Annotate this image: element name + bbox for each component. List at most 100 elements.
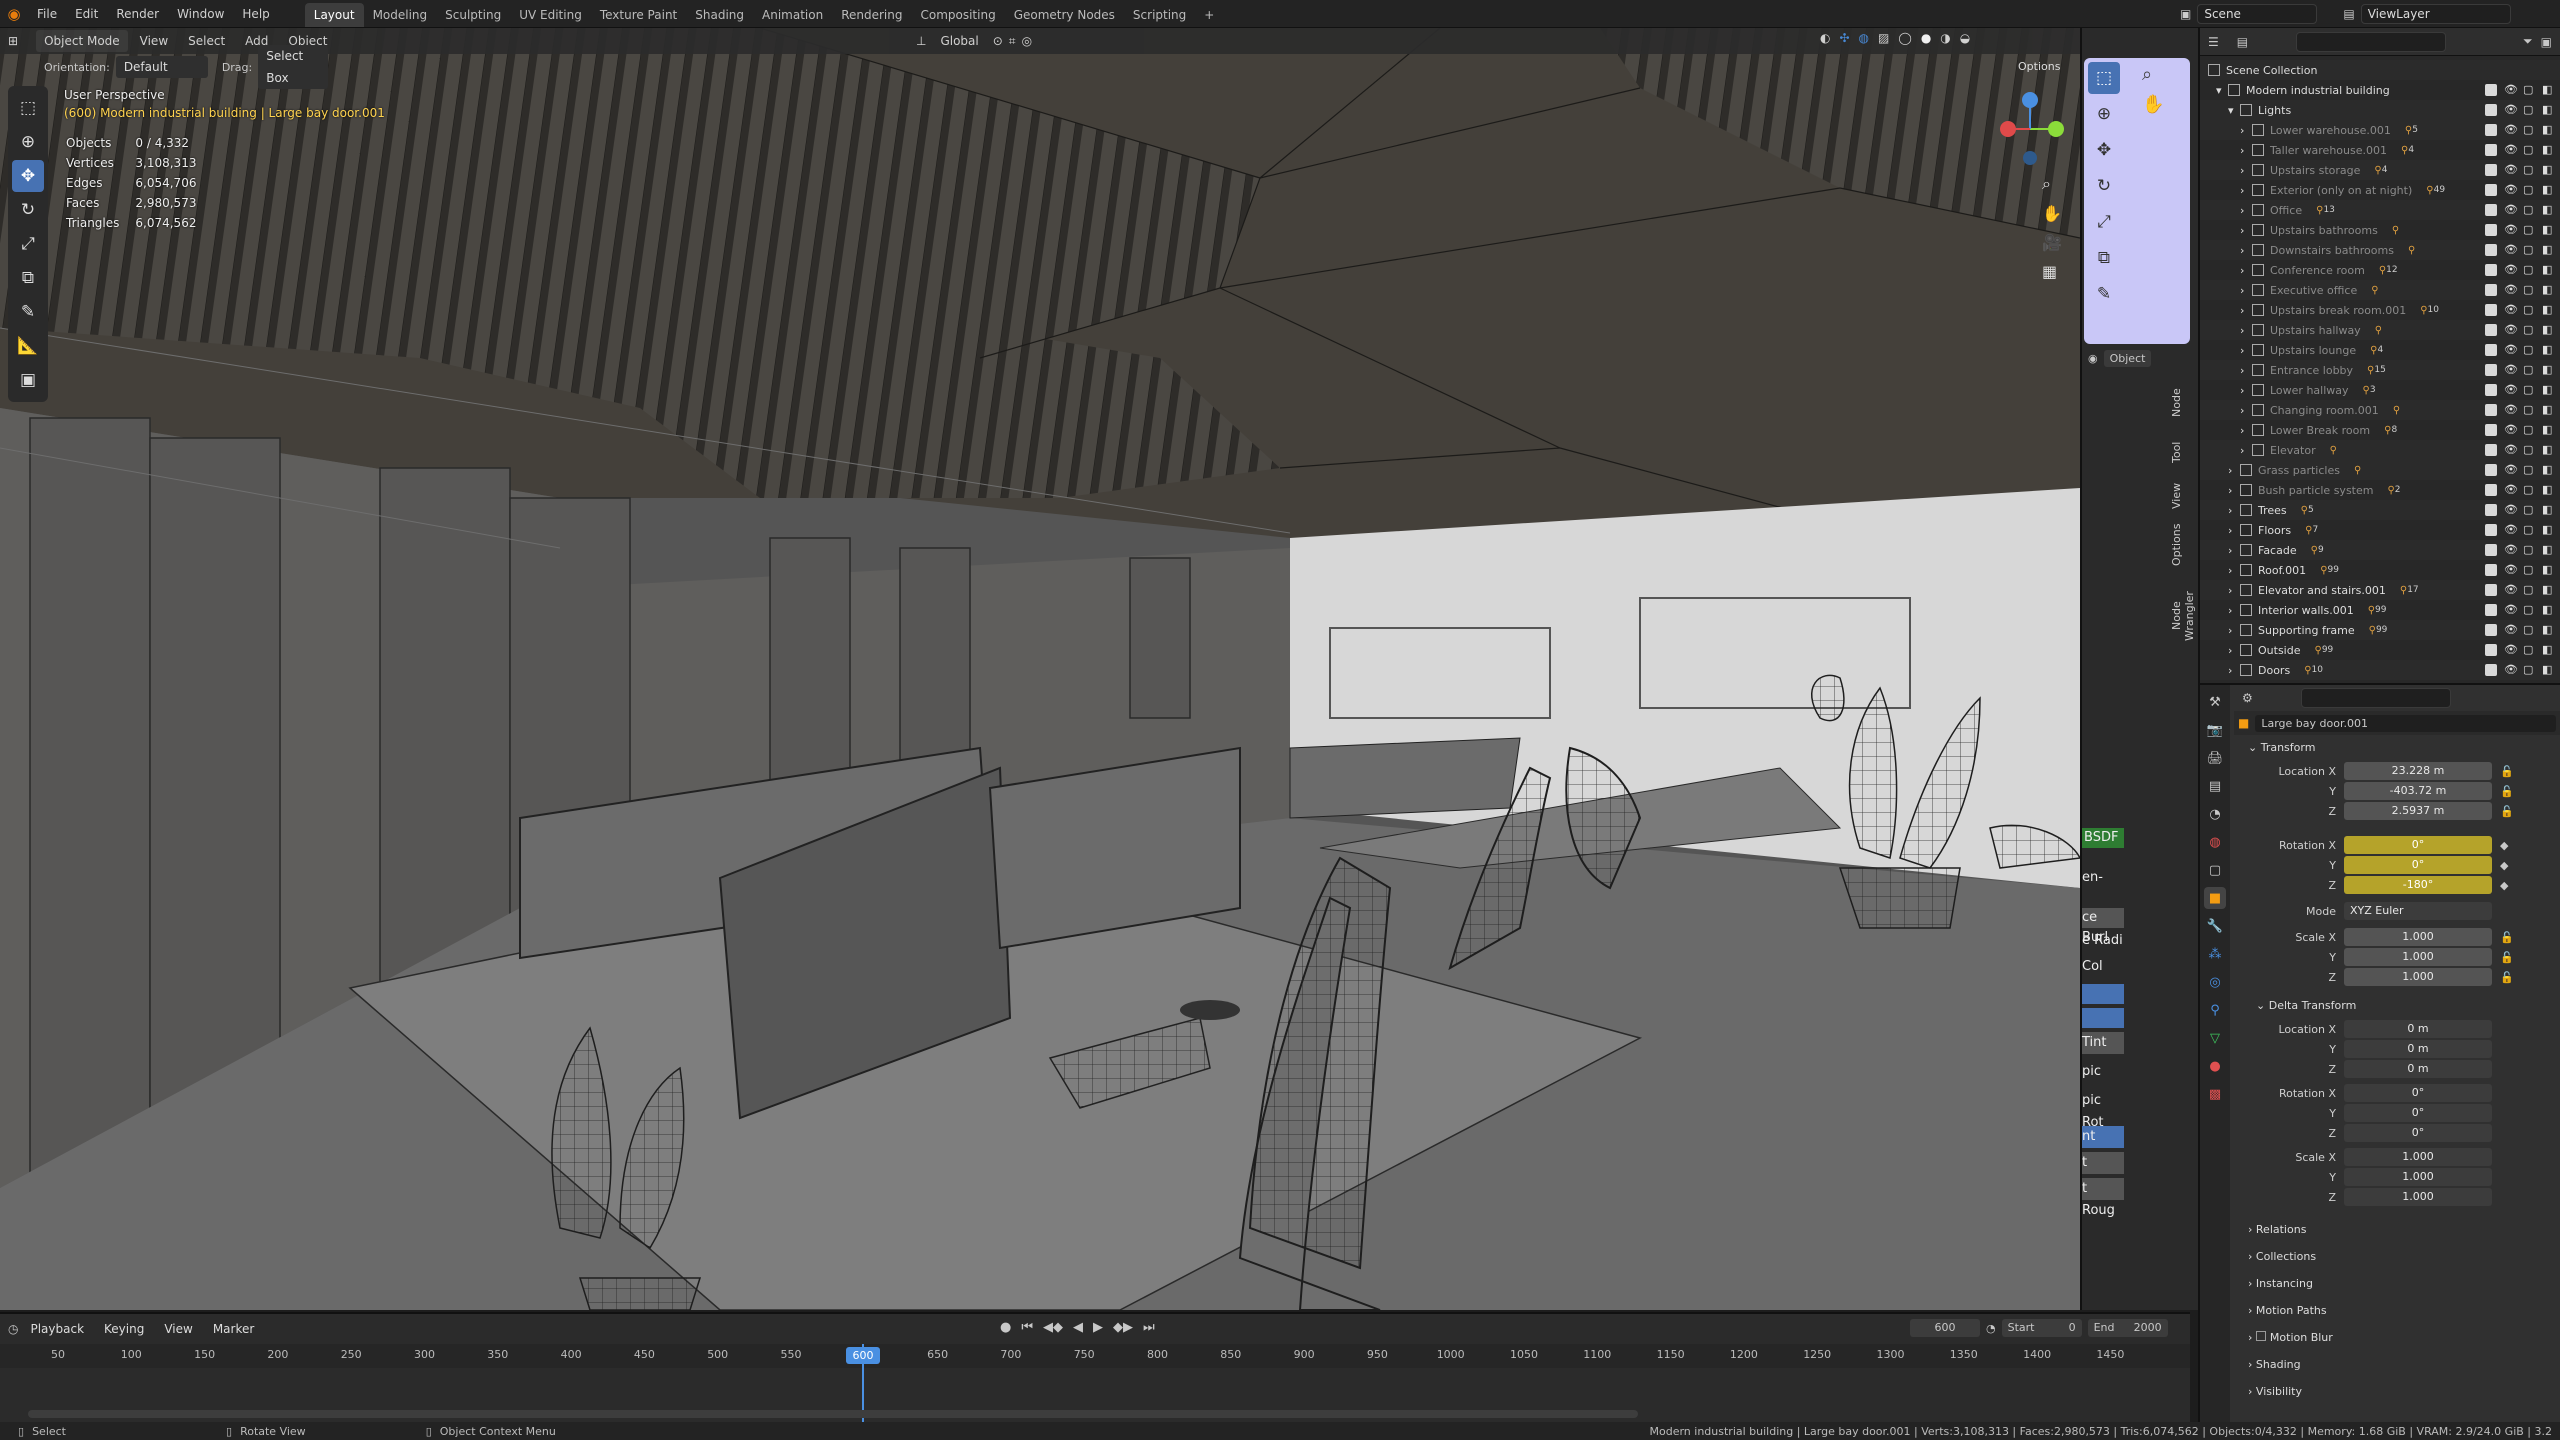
overlay-icon[interactable]: ◍: [1859, 31, 1869, 45]
record-icon[interactable]: ●: [1000, 1320, 1011, 1335]
eye-icon[interactable]: 👁: [2504, 344, 2518, 356]
properties-search-input[interactable]: [2300, 688, 2451, 708]
properties-section-header[interactable]: › Instancing: [2234, 1271, 2560, 1298]
workspace-tab-sculpting[interactable]: Sculpting: [436, 3, 510, 27]
frame-ruler[interactable]: 50 100 150 200 250 300 350 400 450 500 550 600 650 70…: [0, 1344, 2190, 1368]
image-pan-icon[interactable]: ✋: [2142, 94, 2164, 115]
expand-arrow-icon[interactable]: ›: [2228, 484, 2240, 497]
outliner-row[interactable]: › Roof.001 ⚲ 99 ✓ 👁 ▢ ◧: [2200, 560, 2560, 580]
annotate-tool-icon[interactable]: ✎: [12, 296, 44, 328]
collection-tab-icon[interactable]: ▢: [2204, 859, 2226, 881]
delta-scale-z-field[interactable]: 1.000: [2344, 1188, 2492, 1206]
current-frame-field[interactable]: 600: [1910, 1319, 1980, 1337]
expand-arrow-icon[interactable]: ›: [2240, 364, 2252, 377]
lock-icon[interactable]: 🔓: [2500, 805, 2514, 818]
properties-section-header[interactable]: › Shading: [2234, 1352, 2560, 1379]
outliner-row[interactable]: › Conference room ⚲ 12 ✓ 👁 ▢ ◧: [2200, 260, 2560, 280]
checkbox-icon[interactable]: ✓: [2485, 144, 2497, 156]
outliner-row[interactable]: ▾ Modern industrial building ✓ 👁 ▢ ◧: [2200, 80, 2560, 100]
snap-icon[interactable]: ⌗: [1009, 34, 1016, 49]
expand-arrow-icon[interactable]: ›: [2228, 564, 2240, 577]
expand-arrow-icon[interactable]: ›: [2228, 584, 2240, 597]
lock-icon[interactable]: 🔓: [2500, 931, 2514, 944]
camera-icon[interactable]: ▢: [2523, 624, 2535, 636]
camera-icon[interactable]: ▢: [2523, 544, 2535, 556]
timeline-menu-keying[interactable]: Keying: [96, 1318, 152, 1340]
timeline-menu-marker[interactable]: Marker: [205, 1318, 262, 1340]
keyframe-icon[interactable]: ◆: [2500, 839, 2508, 852]
render-icon[interactable]: ◧: [2542, 584, 2554, 596]
expand-arrow-icon[interactable]: ›: [2240, 344, 2252, 357]
properties-editor-icon[interactable]: ⚙: [2242, 691, 2253, 705]
camera-icon[interactable]: ▢: [2523, 184, 2535, 196]
checkbox-icon[interactable]: ✓: [2485, 404, 2497, 416]
sidebar-tab-view[interactable]: View: [2170, 476, 2196, 516]
render-icon[interactable]: ◧: [2542, 384, 2554, 396]
outliner-row[interactable]: › Elevator and stairs.001 ⚲ 17 ✓ 👁 ▢ ◧: [2200, 580, 2560, 600]
checkbox-icon[interactable]: ✓: [2485, 204, 2497, 216]
render-icon[interactable]: ◧: [2542, 484, 2554, 496]
expand-arrow-icon[interactable]: ›: [2228, 544, 2240, 557]
expand-arrow-icon[interactable]: ›: [2240, 124, 2252, 137]
zoom-icon[interactable]: ⌕: [2042, 174, 2062, 194]
checkbox-icon[interactable]: ✓: [2485, 564, 2497, 576]
render-icon[interactable]: ◧: [2542, 124, 2554, 136]
outliner-row[interactable]: › Upstairs break room.001 ⚲ 10 ✓ 👁 ▢ ◧: [2200, 300, 2560, 320]
outliner-row[interactable]: › Executive office ⚲ ✓ 👁 ▢ ◧: [2200, 280, 2560, 300]
lock-icon[interactable]: 🔓: [2500, 785, 2514, 798]
shading-wireframe-icon[interactable]: ◯: [1898, 31, 1911, 45]
camera-view-icon[interactable]: 🎥: [2042, 233, 2062, 252]
camera-icon[interactable]: ▢: [2523, 84, 2535, 96]
checkbox-icon[interactable]: ✓: [2485, 544, 2497, 556]
eye-icon[interactable]: 👁: [2504, 144, 2518, 156]
workspace-tab-modeling[interactable]: Modeling: [364, 3, 437, 27]
modifier-tab-icon[interactable]: 🔧: [2204, 915, 2226, 937]
workspace-tab-geometry-nodes[interactable]: Geometry Nodes: [1005, 3, 1124, 27]
expand-arrow-icon[interactable]: ›: [2240, 164, 2252, 177]
expand-arrow-icon[interactable]: ›: [2240, 184, 2252, 197]
location-x-field[interactable]: 23.228 m: [2344, 762, 2492, 780]
render-icon[interactable]: ◧: [2542, 524, 2554, 536]
outliner-search-input[interactable]: [2296, 31, 2447, 52]
node-editor-object-button[interactable]: Object: [2103, 350, 2152, 367]
pan-hand-icon[interactable]: ✋: [2042, 204, 2062, 223]
render-icon[interactable]: ◧: [2542, 164, 2554, 176]
checkbox-icon[interactable]: ✓: [2485, 364, 2497, 376]
outliner-row[interactable]: Scene Collection: [2200, 60, 2560, 80]
eye-icon[interactable]: 👁: [2504, 224, 2518, 236]
sidebar-tab-node[interactable]: Node: [2170, 378, 2196, 428]
delta-scale-x-field[interactable]: 1.000: [2344, 1148, 2492, 1166]
outliner-row[interactable]: › Lower Break room ⚲ 8 ✓ 👁 ▢ ◧: [2200, 420, 2560, 440]
workspace-tab-animation[interactable]: Animation: [753, 3, 832, 27]
camera-icon[interactable]: ▢: [2523, 224, 2535, 236]
expand-arrow-icon[interactable]: ›: [2240, 264, 2252, 277]
eye-icon[interactable]: 👁: [2504, 244, 2518, 256]
checkbox-icon[interactable]: ✓: [2485, 424, 2497, 436]
camera-icon[interactable]: ▢: [2523, 244, 2535, 256]
expand-arrow-icon[interactable]: ›: [2240, 284, 2252, 297]
prev-keyframe-icon[interactable]: ◀◆: [1043, 1320, 1063, 1335]
render-icon[interactable]: ◧: [2542, 624, 2554, 636]
render-icon[interactable]: ◧: [2542, 504, 2554, 516]
outliner-row[interactable]: › Lower warehouse.001 ⚲ 5 ✓ 👁 ▢ ◧: [2200, 120, 2560, 140]
expand-arrow-icon[interactable]: ›: [2228, 464, 2240, 477]
measure-tool-icon[interactable]: 📐: [12, 330, 44, 362]
object-tab-icon[interactable]: ■: [2204, 887, 2226, 909]
camera-icon[interactable]: ▢: [2523, 484, 2535, 496]
render-icon[interactable]: ◧: [2542, 244, 2554, 256]
render-icon[interactable]: ◧: [2542, 344, 2554, 356]
properties-section-header[interactable]: › Motion Paths: [2234, 1298, 2560, 1325]
expand-arrow-icon[interactable]: ›: [2240, 204, 2252, 217]
checkbox-icon[interactable]: ✓: [2485, 524, 2497, 536]
workspace-tab-rendering[interactable]: Rendering: [832, 3, 911, 27]
delta-location-y-field[interactable]: 0 m: [2344, 1040, 2492, 1058]
camera-icon[interactable]: ▢: [2523, 344, 2535, 356]
expand-arrow-icon[interactable]: ›: [2240, 244, 2252, 257]
transform-section-header[interactable]: ⌄ Transform: [2234, 735, 2560, 761]
outliner-row[interactable]: ▾ Lights ✓ 👁 ▢ ◧: [2200, 100, 2560, 120]
mode-selector[interactable]: Object Mode: [36, 30, 128, 52]
camera-icon[interactable]: ▢: [2523, 304, 2535, 316]
render-icon[interactable]: ◧: [2542, 224, 2554, 236]
start-frame-field[interactable]: Start 0: [2001, 1319, 2082, 1337]
render-icon[interactable]: ◧: [2542, 664, 2554, 676]
